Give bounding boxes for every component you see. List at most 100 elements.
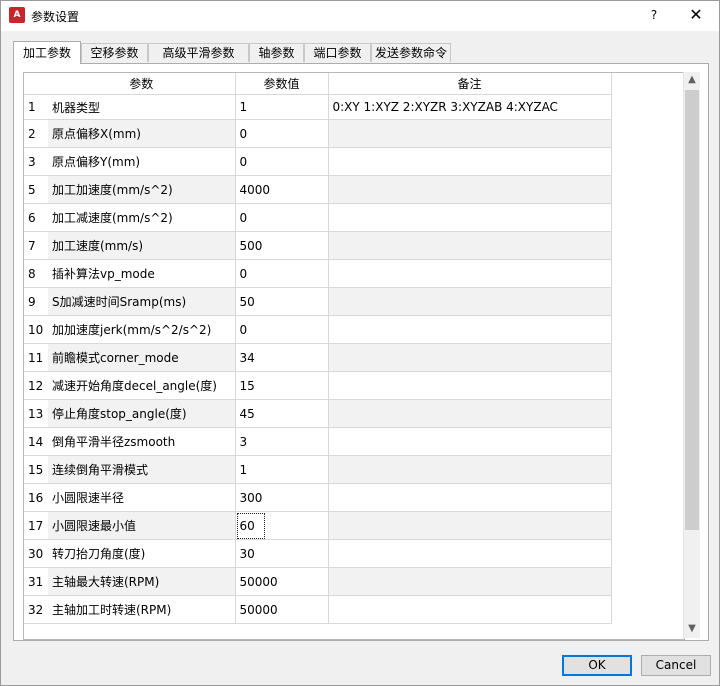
row-number-text: 16 bbox=[28, 490, 44, 505]
param-note-cell bbox=[328, 511, 612, 540]
param-name-cell: 加工速度(mm/s) bbox=[48, 231, 236, 260]
param-note-cell bbox=[328, 483, 612, 512]
param-note-cell bbox=[328, 315, 612, 344]
param-name-cell-text: 连续倒角平滑模式 bbox=[52, 463, 149, 477]
table-row[interactable]: 16 小圆限速半径 300 bbox=[24, 483, 612, 512]
param-value-cell[interactable]: 60 bbox=[235, 511, 329, 540]
param-value-cell-text: 3 bbox=[239, 434, 248, 449]
help-button[interactable]: ? bbox=[641, 3, 667, 27]
param-value-cell[interactable]: 0 bbox=[235, 259, 329, 288]
param-value-cell[interactable]: 0 bbox=[235, 203, 329, 232]
tab-axis-params[interactable]: 轴参数 bbox=[249, 43, 304, 62]
param-name-cell-text: 加工减速度(mm/s^2) bbox=[52, 211, 173, 225]
tab-rapid-move-params[interactable]: 空移参数 bbox=[81, 43, 148, 62]
row-number: 17 bbox=[24, 511, 48, 540]
param-name-cell-text: 小圆限速最小值 bbox=[52, 519, 137, 533]
param-value-cell-text: 50 bbox=[239, 294, 255, 309]
param-value-cell[interactable]: 15 bbox=[235, 371, 329, 400]
cancel-button[interactable]: Cancel bbox=[641, 655, 711, 676]
param-note-cell bbox=[328, 539, 612, 568]
row-number-text: 3 bbox=[28, 154, 36, 169]
table-row[interactable]: 32 主轴加工时转速(RPM) 50000 bbox=[24, 595, 612, 624]
param-value-cell[interactable]: 50000 bbox=[235, 595, 329, 624]
table-row[interactable]: 1 机器类型 1 0:XY 1:XYZ 2:XYZR 3:XYZAB 4:XYZAC bbox=[24, 94, 612, 120]
param-name-cell: 主轴最大转速(RPM) bbox=[48, 567, 236, 596]
param-value-cell[interactable]: 0 bbox=[235, 315, 329, 344]
close-button[interactable]: ✕ bbox=[681, 3, 711, 27]
row-number: 2 bbox=[24, 119, 48, 148]
param-value-cell[interactable]: 34 bbox=[235, 343, 329, 372]
param-note-cell bbox=[328, 343, 612, 372]
param-value-cell[interactable]: 300 bbox=[235, 483, 329, 512]
header-value[interactable]: 参数值 bbox=[235, 73, 329, 95]
tab-machining-params[interactable]: 加工参数 bbox=[13, 41, 81, 64]
tab-advanced-smoothing-params[interactable]: 高级平滑参数 bbox=[148, 43, 249, 62]
param-value-cell[interactable]: 45 bbox=[235, 399, 329, 428]
param-note-cell bbox=[328, 203, 612, 232]
table-row[interactable]: 3 原点偏移Y(mm) 0 bbox=[24, 147, 612, 176]
param-value-cell-text: 0 bbox=[239, 266, 248, 281]
row-number: 12 bbox=[24, 371, 48, 400]
param-value-cell[interactable]: 4000 bbox=[235, 175, 329, 204]
param-value-cell[interactable]: 0 bbox=[235, 147, 329, 176]
table-row[interactable]: 14 倒角平滑半径zsmooth 3 bbox=[24, 427, 612, 456]
table-row[interactable]: 30 转刀抬刀角度(度) 30 bbox=[24, 539, 612, 568]
table-row[interactable]: 31 主轴最大转速(RPM) 50000 bbox=[24, 567, 612, 596]
header-note[interactable]: 备注 bbox=[328, 73, 612, 95]
settings-dialog: A 参数设置 ? ✕ 加工参数 空移参数 高级平滑参数 轴参数 端口参数 发送参… bbox=[0, 0, 720, 686]
table-row[interactable]: 6 加工减速度(mm/s^2) 0 bbox=[24, 203, 612, 232]
param-note-cell bbox=[328, 231, 612, 260]
scroll-up-arrow-icon[interactable]: ▲ bbox=[684, 72, 700, 88]
param-value-cell[interactable]: 50 bbox=[235, 287, 329, 316]
param-value-cell[interactable]: 50000 bbox=[235, 567, 329, 596]
param-name-cell: 机器类型 bbox=[48, 94, 236, 120]
table-row[interactable]: 5 加工加速度(mm/s^2) 4000 bbox=[24, 175, 612, 204]
param-value-cell[interactable]: 30 bbox=[235, 539, 329, 568]
header-row-number bbox=[24, 73, 48, 95]
param-value-cell[interactable]: 500 bbox=[235, 231, 329, 260]
param-name-cell: 原点偏移Y(mm) bbox=[48, 147, 236, 176]
row-number-text: 12 bbox=[28, 378, 44, 393]
param-value-cell[interactable]: 3 bbox=[235, 427, 329, 456]
row-number-text: 31 bbox=[28, 574, 44, 589]
params-table: 参数 参数值 备注 1 机器类型 1 0:XY 1:XYZ 2:XYZR 3:XYZA… bbox=[24, 73, 612, 624]
tab-port-params[interactable]: 端口参数 bbox=[304, 43, 371, 62]
param-name-cell: 倒角平滑半径zsmooth bbox=[48, 427, 236, 456]
row-number-text: 32 bbox=[28, 602, 44, 617]
scroll-down-arrow-icon[interactable]: ▼ bbox=[684, 621, 700, 637]
param-value-cell[interactable]: 0 bbox=[235, 119, 329, 148]
row-number: 31 bbox=[24, 567, 48, 596]
table-row[interactable]: 2 原点偏移X(mm) 0 bbox=[24, 119, 612, 148]
row-number-text: 15 bbox=[28, 462, 44, 477]
param-name-cell-text: S加减速时间Sramp(ms) bbox=[52, 295, 187, 309]
row-number: 1 bbox=[24, 94, 48, 120]
table-row[interactable]: 15 连续倒角平滑模式 1 bbox=[24, 455, 612, 484]
header-param[interactable]: 参数 bbox=[48, 73, 236, 95]
table-row[interactable]: 13 停止角度stop_angle(度) 45 bbox=[24, 399, 612, 428]
param-note-cell bbox=[328, 371, 612, 400]
param-value-cell-text: 1 bbox=[239, 462, 248, 477]
title-bar: A 参数设置 ? ✕ bbox=[1, 1, 719, 31]
table-row[interactable]: 11 前瞻模式corner_mode 34 bbox=[24, 343, 612, 372]
scroll-thumb[interactable] bbox=[685, 90, 699, 530]
table-row[interactable]: 8 插补算法vp_mode 0 bbox=[24, 259, 612, 288]
param-value-cell[interactable]: 1 bbox=[235, 455, 329, 484]
row-number-text: 13 bbox=[28, 406, 44, 421]
table-row[interactable]: 9 S加减速时间Sramp(ms) 50 bbox=[24, 287, 612, 316]
row-number-text: 17 bbox=[28, 518, 44, 533]
param-value-cell[interactable]: 1 bbox=[235, 94, 329, 120]
vertical-scrollbar[interactable]: ▲ ▼ bbox=[683, 72, 700, 638]
table-row[interactable]: 17 小圆限速最小值 60 bbox=[24, 511, 612, 540]
param-value-cell-text: 50000 bbox=[239, 602, 278, 617]
ok-button[interactable]: OK bbox=[562, 655, 632, 676]
table-row[interactable]: 10 加加速度jerk(mm/s^2/s^2) 0 bbox=[24, 315, 612, 344]
param-name-cell-text: 插补算法vp_mode bbox=[52, 267, 155, 281]
row-number: 14 bbox=[24, 427, 48, 456]
tab-send-param-command[interactable]: 发送参数命令 bbox=[371, 43, 451, 62]
table-row[interactable]: 7 加工速度(mm/s) 500 bbox=[24, 231, 612, 260]
param-value-cell-text: 45 bbox=[239, 406, 255, 421]
param-name-cell-text: 小圆限速半径 bbox=[52, 491, 125, 505]
param-value-cell-text: 1 bbox=[239, 100, 248, 114]
param-name-cell-text: 加工速度(mm/s) bbox=[52, 239, 144, 253]
table-row[interactable]: 12 减速开始角度decel_angle(度) 15 bbox=[24, 371, 612, 400]
